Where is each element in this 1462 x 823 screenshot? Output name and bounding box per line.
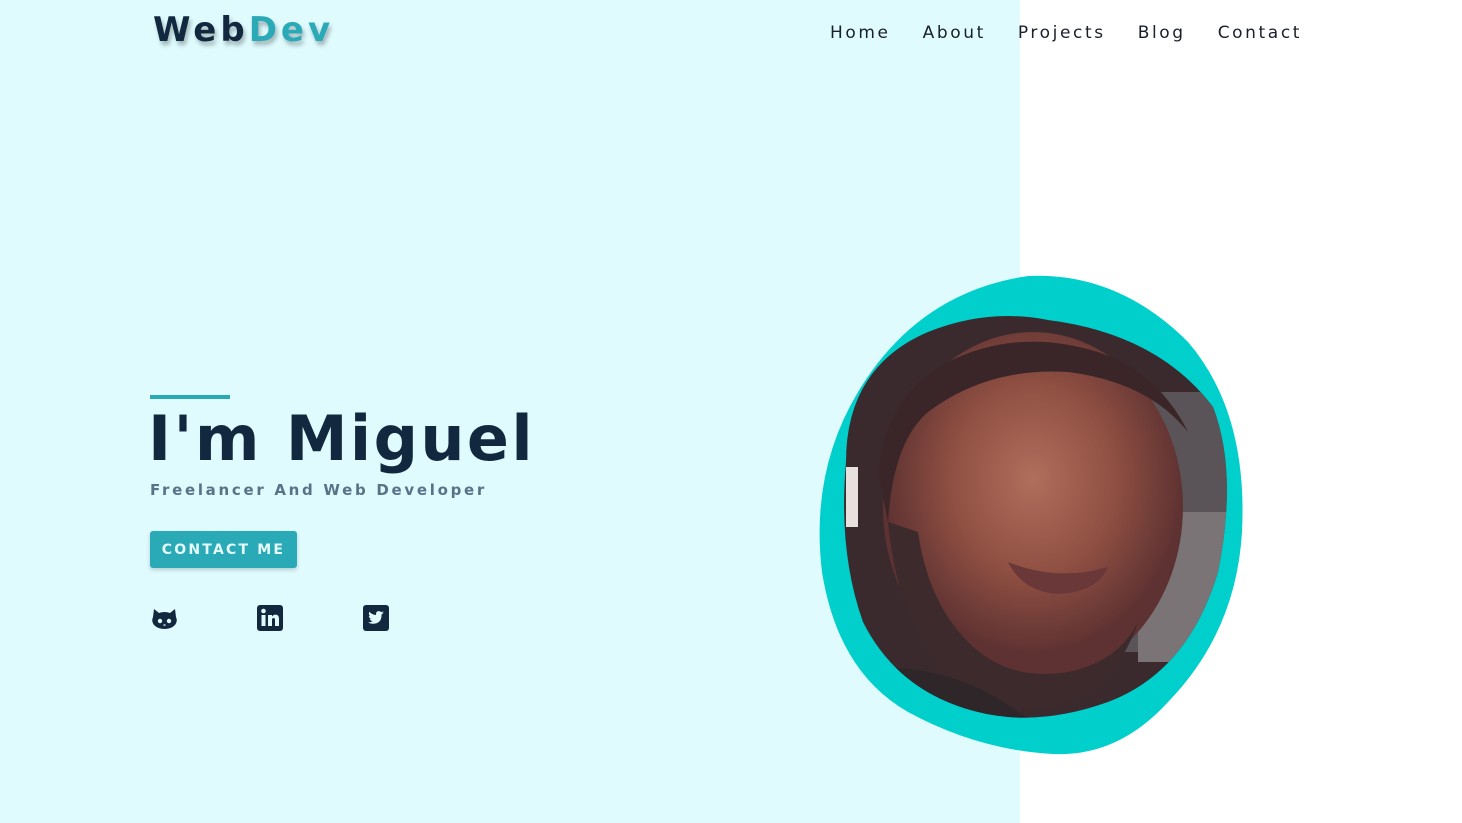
linkedin-icon [257, 605, 283, 631]
logo-text-dev: Dev [248, 10, 335, 50]
hero-title: I'm Miguel [148, 402, 536, 475]
github-link[interactable] [150, 604, 178, 632]
portrait-blob [818, 272, 1248, 760]
page: WebDev Home About Projects Blog Contact … [0, 0, 1462, 823]
nav-item-contact[interactable]: Contact [1218, 22, 1302, 44]
twitter-icon [363, 605, 389, 631]
nav-item-about[interactable]: About [923, 22, 986, 44]
contact-me-button[interactable]: CONTACT ME [150, 531, 297, 568]
title-accent-line [150, 395, 230, 399]
main-nav: Home About Projects Blog Contact [830, 22, 1302, 44]
nav-item-home[interactable]: Home [830, 22, 891, 44]
logo-text-web: Web [153, 10, 249, 50]
nav-item-projects[interactable]: Projects [1018, 22, 1106, 44]
github-icon [151, 609, 177, 629]
hero-subtitle: Freelancer And Web Developer [150, 481, 487, 499]
linkedin-link[interactable] [256, 604, 284, 632]
twitter-link[interactable] [362, 604, 390, 632]
portrait-graphic [819, 275, 1243, 755]
nav-item-blog[interactable]: Blog [1138, 22, 1186, 44]
site-logo[interactable]: WebDev [153, 10, 334, 50]
